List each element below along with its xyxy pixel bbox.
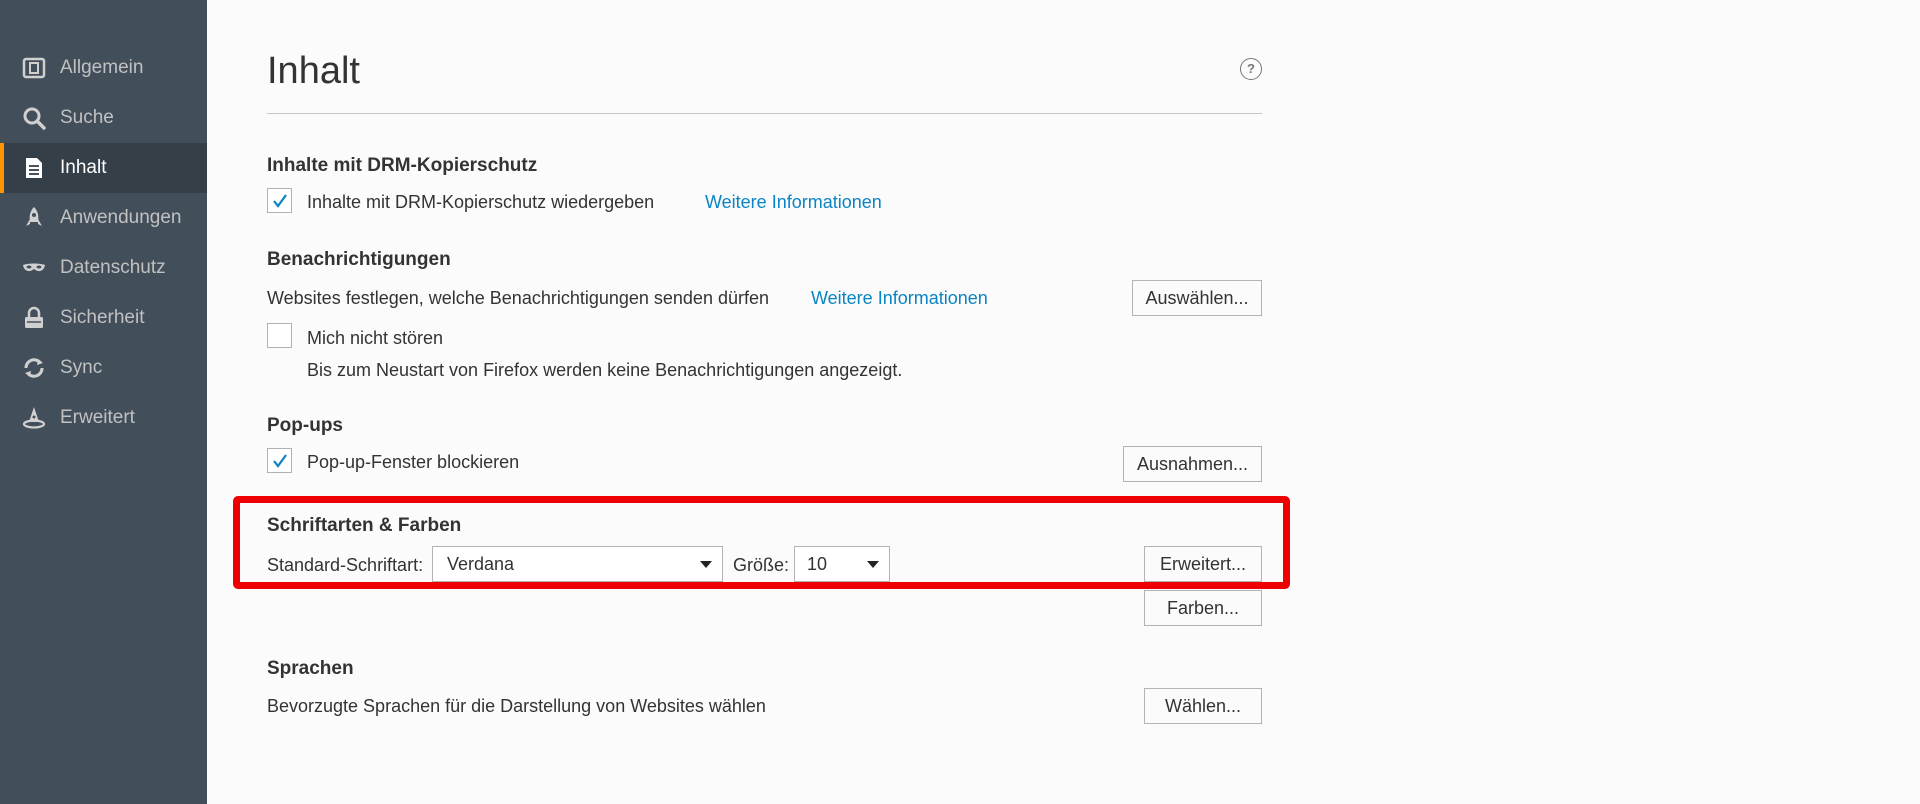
fonts-colors-heading: Schriftarten & Farben xyxy=(267,515,462,536)
sidebar-item-applications[interactable]: Anwendungen xyxy=(0,193,207,243)
search-icon xyxy=(22,106,46,130)
sidebar-item-search[interactable]: Suche xyxy=(0,93,207,143)
drm-learn-more-link[interactable]: Weitere Informationen xyxy=(705,190,882,214)
sidebar-item-general[interactable]: Allgemein xyxy=(0,43,207,93)
help-icon[interactable]: ? xyxy=(1240,58,1262,80)
security-lock-icon xyxy=(22,306,46,330)
font-size-select[interactable]: 10 xyxy=(794,546,890,582)
sidebar-item-label: Allgemein xyxy=(60,57,144,78)
font-size-label: Größe: xyxy=(733,555,790,575)
languages-description: Bevorzugte Sprachen für die Darstellung … xyxy=(267,696,766,716)
languages-choose-button[interactable]: Wählen... xyxy=(1144,688,1262,724)
dropdown-arrow-icon xyxy=(700,561,712,568)
sidebar-item-label: Anwendungen xyxy=(60,207,182,228)
sidebar-item-privacy[interactable]: Datenschutz xyxy=(0,243,207,293)
notifications-description: Websites festlegen, welche Benachrichtig… xyxy=(267,288,769,308)
sidebar-item-label: Inhalt xyxy=(60,157,107,178)
sidebar-item-advanced[interactable]: Erweitert xyxy=(0,393,207,443)
general-icon xyxy=(22,56,46,80)
block-popups-label[interactable]: Pop-up-Fenster blockieren xyxy=(307,450,519,474)
sidebar-item-sync[interactable]: Sync xyxy=(0,343,207,393)
default-font-select[interactable]: Verdana xyxy=(432,546,723,582)
sidebar-item-content[interactable]: Inhalt xyxy=(0,143,207,193)
font-size-value: 10 xyxy=(807,554,828,574)
dropdown-arrow-icon xyxy=(867,561,879,568)
applications-icon xyxy=(22,206,46,230)
popups-heading: Pop-ups xyxy=(267,415,343,436)
notifications-heading: Benachrichtigungen xyxy=(267,249,451,270)
sidebar-item-label: Erweitert xyxy=(60,407,135,428)
sidebar-item-label: Sicherheit xyxy=(60,307,145,328)
drm-checkbox[interactable] xyxy=(267,188,292,213)
sidebar-item-label: Datenschutz xyxy=(60,257,166,278)
checkmark-icon xyxy=(273,454,287,468)
sidebar-item-security[interactable]: Sicherheit xyxy=(0,293,207,343)
fonts-advanced-button[interactable]: Erweitert... xyxy=(1144,546,1262,582)
sync-icon xyxy=(22,356,46,380)
title-divider xyxy=(267,113,1262,114)
content-icon xyxy=(22,156,46,180)
privacy-mask-icon xyxy=(22,256,46,280)
sidebar-item-label: Suche xyxy=(60,107,114,128)
drm-checkbox-label[interactable]: Inhalte mit DRM-Kopierschutz wiedergeben xyxy=(307,190,654,214)
notifications-learn-more-link[interactable]: Weitere Informationen xyxy=(811,286,988,310)
do-not-disturb-label[interactable]: Mich nicht stören xyxy=(307,326,443,350)
default-font-label: Standard-Schriftart: xyxy=(267,555,424,575)
block-popups-checkbox[interactable] xyxy=(267,448,292,473)
page-title: Inhalt xyxy=(267,50,360,92)
languages-heading: Sprachen xyxy=(267,658,354,679)
popup-exceptions-button[interactable]: Ausnahmen... xyxy=(1123,446,1262,482)
drm-heading: Inhalte mit DRM-Kopierschutz xyxy=(267,155,538,176)
do-not-disturb-checkbox[interactable] xyxy=(267,323,292,348)
notifications-choose-button[interactable]: Auswählen... xyxy=(1132,280,1262,316)
default-font-value: Verdana xyxy=(447,554,515,574)
colors-button[interactable]: Farben... xyxy=(1144,590,1262,626)
do-not-disturb-note: Bis zum Neustart von Firefox werden kein… xyxy=(307,360,903,380)
sidebar: Allgemein Suche Inhalt Anwendungen Daten… xyxy=(0,0,207,804)
advanced-wizard-hat-icon xyxy=(22,406,46,430)
checkmark-icon xyxy=(273,194,287,208)
sidebar-item-label: Sync xyxy=(60,357,103,378)
